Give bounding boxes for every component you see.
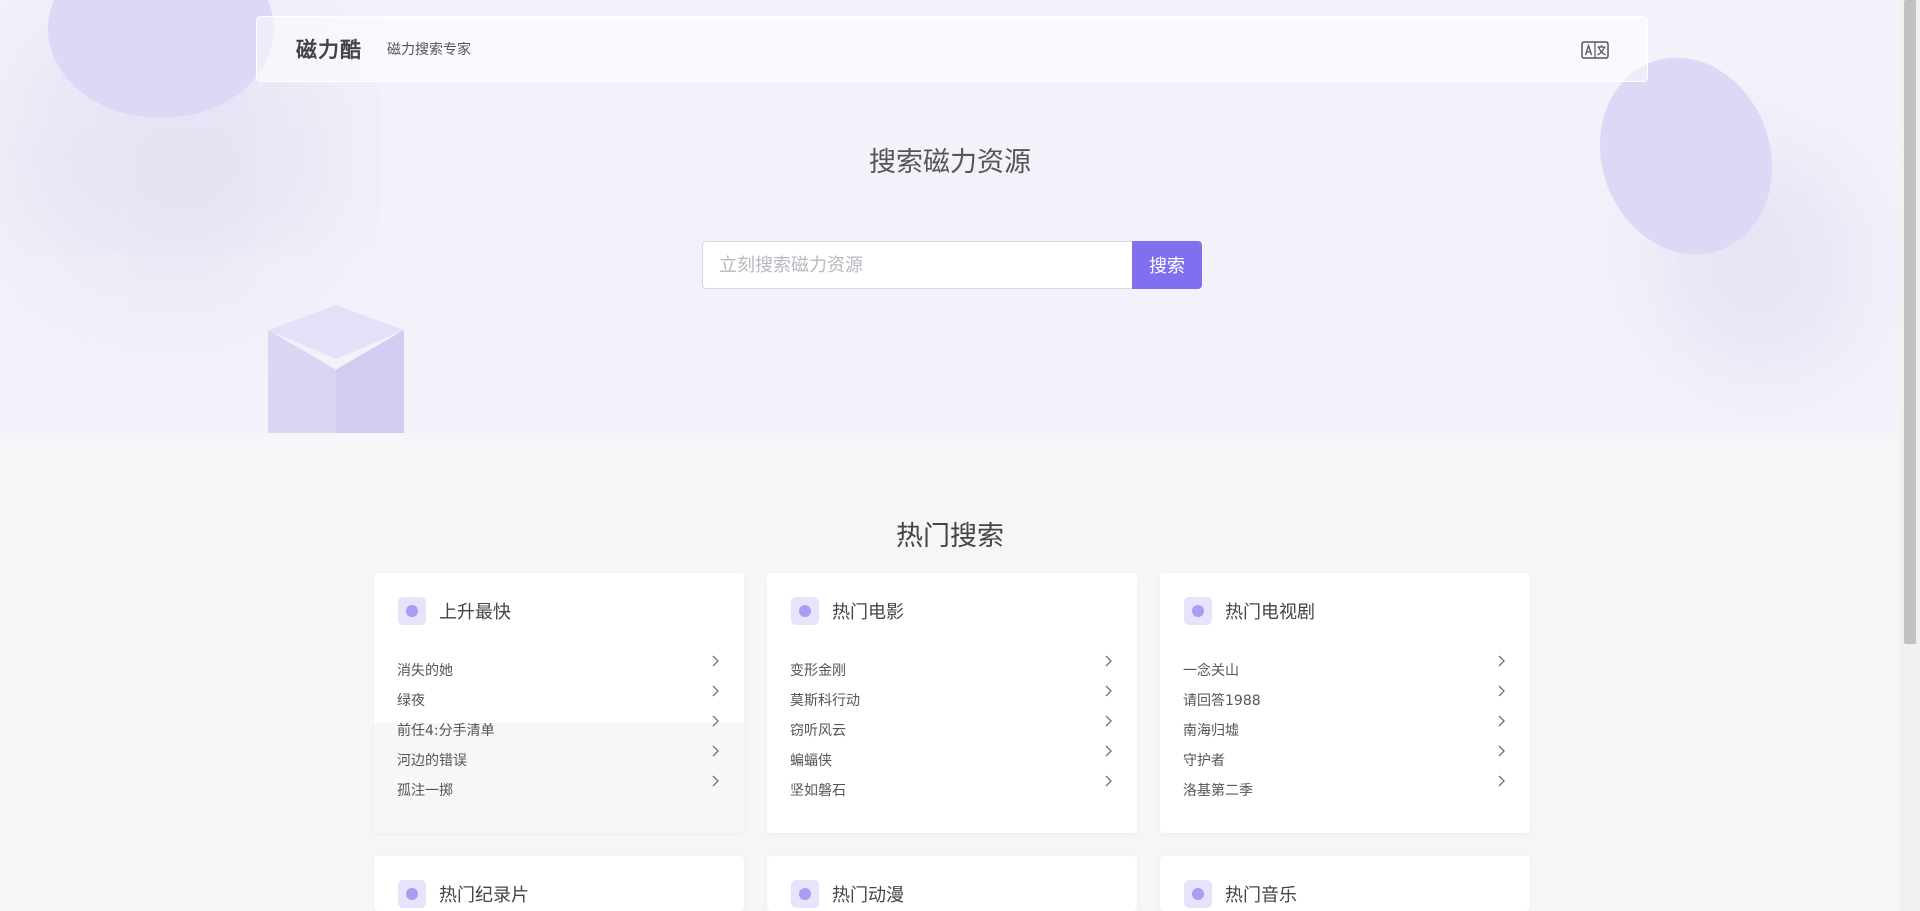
translate-icon[interactable] [1581, 40, 1609, 60]
brand-logo[interactable]: 磁力酷 [296, 34, 362, 64]
hero-section: 磁力酷 磁力搜索专家 搜索磁力资源 搜索 [0, 0, 1900, 433]
card-title: 热门纪录片 [439, 885, 529, 906]
list-item[interactable]: 绿夜 [397, 685, 722, 720]
list-item[interactable]: 孤注一掷 [397, 775, 722, 810]
card-title: 热门动漫 [832, 885, 904, 906]
chevron-right-icon [712, 745, 719, 757]
chevron-right-icon [1105, 655, 1112, 667]
card-movies: 热门电影 变形金刚 莫斯科行动 窃听风云 蝙蝠侠 坚如磐石 [767, 573, 1137, 833]
dot-icon [398, 880, 426, 908]
search-button[interactable]: 搜索 [1132, 241, 1202, 289]
chevron-right-icon [1105, 715, 1112, 727]
list-item[interactable]: 请回答1988 [1183, 685, 1508, 720]
list-item[interactable]: 河边的错误 [397, 745, 722, 780]
card-title: 热门电影 [832, 602, 904, 623]
list-item[interactable]: 洛基第二季 [1183, 775, 1508, 810]
list-item[interactable]: 蝙蝠侠 [790, 745, 1115, 780]
card-title: 热门电视剧 [1225, 602, 1315, 623]
brand-tagline: 磁力搜索专家 [387, 42, 471, 58]
card-documentaries: 热门纪录片 [374, 856, 744, 911]
card-list: 变形金刚 莫斯科行动 窃听风云 蝙蝠侠 坚如磐石 [790, 655, 1115, 810]
hero-title: 搜索磁力资源 [869, 147, 1031, 178]
list-item[interactable]: 变形金刚 [790, 655, 1115, 690]
scrollbar-thumb[interactable] [1904, 0, 1916, 644]
dot-icon [791, 597, 819, 625]
list-item[interactable]: 南海归墟 [1183, 715, 1508, 750]
list-item[interactable]: 前任4:分手清单 [397, 715, 722, 750]
card-title: 热门音乐 [1225, 885, 1297, 906]
dot-icon [791, 880, 819, 908]
chevron-right-icon [1498, 745, 1505, 757]
chevron-right-icon [1498, 715, 1505, 727]
chevron-right-icon [1498, 775, 1505, 787]
chevron-right-icon [1498, 685, 1505, 697]
dot-icon [1184, 880, 1212, 908]
decorative-circle [48, 0, 274, 118]
list-item[interactable]: 莫斯科行动 [790, 685, 1115, 720]
chevron-right-icon [712, 715, 719, 727]
chevron-right-icon [712, 655, 719, 667]
card-title: 上升最快 [439, 602, 511, 623]
chevron-right-icon [712, 775, 719, 787]
card-rising: 上升最快 消失的她 绿夜 前任4:分手清单 河边的错误 孤注一掷 [374, 573, 744, 833]
list-item[interactable]: 一念关山 [1183, 655, 1508, 690]
card-music: 热门音乐 [1160, 856, 1530, 911]
list-item[interactable]: 坚如磐石 [790, 775, 1115, 810]
chevron-right-icon [1105, 745, 1112, 757]
list-item[interactable]: 窃听风云 [790, 715, 1115, 750]
page-scrollbar[interactable] [1900, 0, 1920, 911]
chevron-right-icon [1105, 775, 1112, 787]
dot-icon [398, 597, 426, 625]
chevron-right-icon [712, 685, 719, 697]
search-form: 搜索 [702, 241, 1202, 289]
chevron-right-icon [1498, 655, 1505, 667]
card-anime: 热门动漫 [767, 856, 1137, 911]
list-item[interactable]: 守护者 [1183, 745, 1508, 780]
card-tv-series: 热门电视剧 一念关山 请回答1988 南海归墟 守护者 洛基第二季 [1160, 573, 1530, 833]
chevron-right-icon [1105, 685, 1112, 697]
top-navbar: 磁力酷 磁力搜索专家 [256, 16, 1648, 82]
dot-icon [1184, 597, 1212, 625]
card-list: 一念关山 请回答1988 南海归墟 守护者 洛基第二季 [1183, 655, 1508, 810]
hot-search-title: 热门搜索 [896, 521, 1004, 552]
card-list: 消失的她 绿夜 前任4:分手清单 河边的错误 孤注一掷 [397, 655, 722, 810]
search-input[interactable] [702, 241, 1132, 289]
list-item[interactable]: 消失的她 [397, 655, 722, 690]
